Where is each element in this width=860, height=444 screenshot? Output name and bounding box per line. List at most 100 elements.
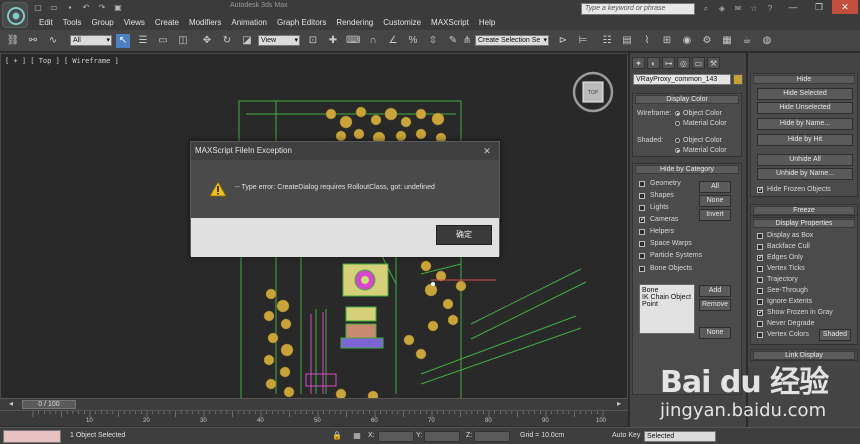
absolute-mode-icon[interactable]: ▦ bbox=[350, 429, 364, 443]
display-tab-icon[interactable]: ▭ bbox=[692, 57, 705, 69]
close-icon[interactable]: ✕ bbox=[832, 0, 858, 14]
menu-rendering[interactable]: Rendering bbox=[331, 16, 378, 29]
hide-header[interactable]: Hide bbox=[753, 75, 855, 84]
select-and-link-icon[interactable]: ⛓ bbox=[6, 34, 20, 48]
category-cameras-checkbox[interactable] bbox=[639, 215, 646, 223]
new-icon[interactable]: ▢ bbox=[32, 2, 44, 13]
search-icon[interactable]: ⌕ bbox=[700, 3, 712, 14]
unlink-icon[interactable]: ⚯ bbox=[26, 34, 40, 48]
selection-filter-select[interactable]: All bbox=[70, 35, 112, 46]
search-input[interactable]: Type a keyword or phrase bbox=[581, 3, 695, 15]
rectangular-selection-icon[interactable]: ▭ bbox=[156, 34, 170, 48]
object-name-field[interactable]: VRayProxy_common_143 bbox=[633, 74, 731, 85]
spinner-snap-icon[interactable]: ⇳ bbox=[426, 34, 440, 48]
menu-modifiers[interactable]: Modifiers bbox=[184, 16, 226, 29]
utilities-tab-icon[interactable]: ⚒ bbox=[707, 57, 720, 69]
time-slider-track[interactable]: ◂ 0 / 100 ▸ bbox=[0, 398, 628, 410]
select-and-scale-icon[interactable]: ◪ bbox=[240, 34, 254, 48]
menu-animation[interactable]: Animation bbox=[226, 16, 272, 29]
maxscript-listener-mini[interactable] bbox=[3, 430, 61, 443]
vertex-colors-checkbox[interactable] bbox=[757, 332, 763, 338]
category-geometry-checkbox[interactable] bbox=[639, 181, 645, 187]
communication-icon[interactable]: ✉ bbox=[732, 3, 744, 14]
open-icon[interactable]: ▭ bbox=[48, 2, 60, 13]
minimize-icon[interactable]: — bbox=[780, 0, 806, 14]
mirror-icon[interactable]: ⊳ bbox=[556, 34, 570, 48]
snaps-toggle-icon[interactable]: ∩ bbox=[366, 34, 380, 48]
shaded-object-color-radio[interactable] bbox=[675, 138, 680, 143]
redo-icon[interactable]: ↷ bbox=[96, 2, 108, 13]
menu-graph-editors[interactable]: Graph Editors bbox=[272, 16, 331, 29]
edges-only-checkbox[interactable] bbox=[757, 253, 764, 261]
category-space-warps-checkbox[interactable] bbox=[639, 241, 645, 247]
display-as-box-checkbox[interactable] bbox=[757, 233, 763, 239]
dialog-title-bar[interactable]: MAXScript FileIn Exception ✕ bbox=[191, 142, 499, 160]
invert-button[interactable]: Invert bbox=[699, 209, 731, 221]
trajectory-checkbox[interactable] bbox=[757, 277, 763, 283]
menu-maxscript[interactable]: MAXScript bbox=[426, 16, 474, 29]
schematic-view-icon[interactable]: ⊞ bbox=[660, 34, 674, 48]
hide-by-hit-button[interactable]: Hide by Hit bbox=[757, 134, 853, 146]
ribbon-icon[interactable]: ▤ bbox=[620, 34, 634, 48]
restore-icon[interactable]: ❐ bbox=[806, 0, 832, 14]
shaded-material-color-radio[interactable] bbox=[675, 148, 680, 153]
remove-button[interactable]: Remove bbox=[699, 299, 731, 311]
see-through-checkbox[interactable] bbox=[757, 288, 763, 294]
list-item[interactable]: IK Chain Object bbox=[642, 294, 692, 301]
hierarchy-tab-icon[interactable]: ⊶ bbox=[662, 57, 675, 69]
category-helpers-checkbox[interactable] bbox=[639, 229, 645, 235]
project-icon[interactable]: ▣ bbox=[112, 2, 124, 13]
viewport-label[interactable]: [ + ] [ Top ] [ Wireframe ] bbox=[5, 57, 119, 65]
category-lights-checkbox[interactable] bbox=[639, 205, 645, 211]
render-production-icon[interactable]: ☕ bbox=[740, 34, 754, 48]
never-degrade-checkbox[interactable] bbox=[757, 321, 763, 327]
select-and-rotate-icon[interactable]: ↻ bbox=[220, 34, 234, 48]
menu-help[interactable]: Help bbox=[474, 16, 500, 29]
favorites-icon[interactable]: ☆ bbox=[748, 3, 760, 14]
app-logo-icon[interactable] bbox=[2, 2, 28, 28]
motion-tab-icon[interactable]: ◎ bbox=[677, 57, 690, 69]
track-bar[interactable]: 10 20 30 40 50 60 70 80 90 100 bbox=[0, 410, 628, 426]
ignore-extents-checkbox[interactable] bbox=[757, 299, 763, 305]
angle-snap-icon[interactable]: ∠ bbox=[386, 34, 400, 48]
none-button[interactable]: None bbox=[699, 195, 731, 207]
select-and-move-icon[interactable]: ✥ bbox=[200, 34, 214, 48]
create-tab-icon[interactable]: ✦ bbox=[632, 57, 645, 69]
wireframe-material-color-radio[interactable] bbox=[675, 121, 680, 126]
named-selection-select[interactable]: Create Selection Se bbox=[475, 35, 549, 46]
named-selection-icon[interactable]: ⋔ bbox=[460, 34, 474, 48]
unhide-all-button[interactable]: Unhide All bbox=[757, 154, 853, 166]
time-slider-left-icon[interactable]: ◂ bbox=[4, 397, 18, 411]
bind-space-warp-icon[interactable]: ∿ bbox=[46, 34, 60, 48]
category-listbox[interactable]: Bone IK Chain Object Point bbox=[639, 284, 695, 334]
hide-frozen-checkbox[interactable] bbox=[757, 185, 764, 193]
hide-unselected-button[interactable]: Hide Unselected bbox=[757, 102, 853, 114]
menu-edit[interactable]: Edit bbox=[34, 16, 58, 29]
subscription-icon[interactable]: ◈ bbox=[716, 3, 728, 14]
y-coord-field[interactable] bbox=[424, 431, 460, 442]
edit-named-selection-icon[interactable]: ✎ bbox=[446, 34, 460, 48]
menu-customize[interactable]: Customize bbox=[378, 16, 426, 29]
time-slider[interactable]: 0 / 100 bbox=[22, 400, 76, 409]
modify-tab-icon[interactable]: ◐ bbox=[647, 57, 660, 69]
none-list-button[interactable]: None bbox=[699, 327, 731, 339]
display-properties-header[interactable]: Display Properties bbox=[753, 219, 855, 228]
render-iterative-icon[interactable]: ◍ bbox=[760, 34, 774, 48]
category-shapes-checkbox[interactable] bbox=[639, 193, 645, 199]
unhide-by-name-button[interactable]: Unhide by Name... bbox=[757, 168, 853, 180]
all-button[interactable]: All bbox=[699, 181, 731, 193]
menu-tools[interactable]: Tools bbox=[58, 16, 87, 29]
keyboard-shortcut-icon[interactable]: ⌨ bbox=[346, 34, 360, 48]
z-coord-field[interactable] bbox=[474, 431, 510, 442]
time-slider-right-icon[interactable]: ▸ bbox=[612, 397, 626, 411]
display-color-header[interactable]: Display Color bbox=[635, 95, 739, 104]
vertex-ticks-checkbox[interactable] bbox=[757, 266, 763, 272]
lock-selection-icon[interactable]: 🔒 bbox=[330, 429, 344, 443]
render-setup-icon[interactable]: ⚙ bbox=[700, 34, 714, 48]
wireframe-object-color-radio[interactable] bbox=[675, 111, 680, 116]
menu-create[interactable]: Create bbox=[150, 16, 184, 29]
select-by-name-icon[interactable]: ☰ bbox=[136, 34, 150, 48]
select-manipulate-icon[interactable]: ✚ bbox=[326, 34, 340, 48]
layer-manager-icon[interactable]: ☷ bbox=[600, 34, 614, 48]
pivot-center-icon[interactable]: ⊡ bbox=[306, 34, 320, 48]
